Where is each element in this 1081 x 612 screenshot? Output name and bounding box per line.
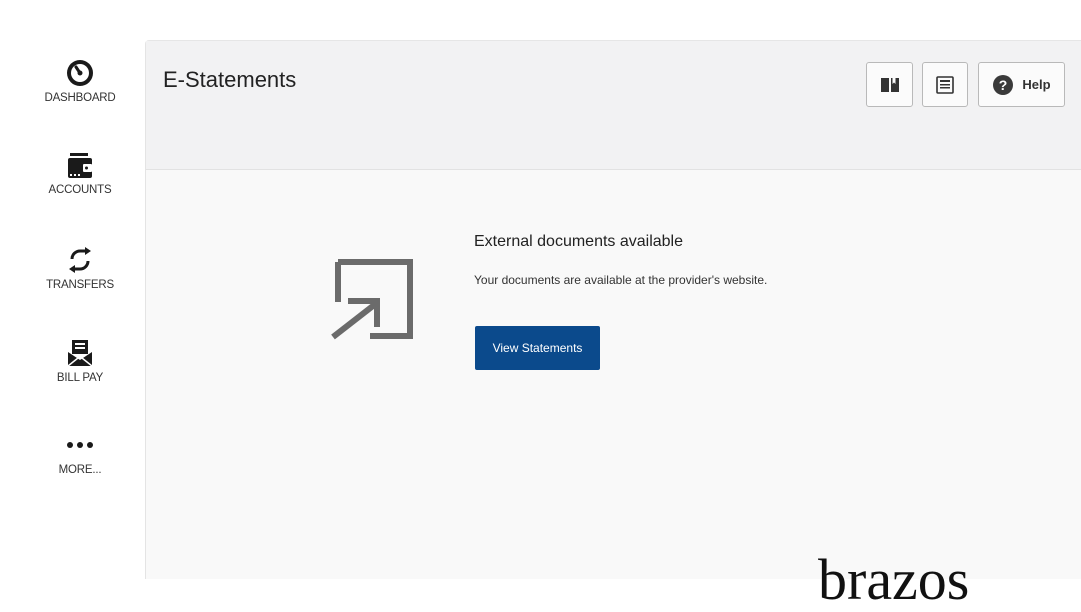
- document-icon: [936, 75, 954, 94]
- gauge-icon: [67, 60, 93, 86]
- external-documents-heading: External documents available: [474, 233, 684, 250]
- sidebar-item-dashboard[interactable]: DASHBOARD: [0, 58, 160, 104]
- help-button[interactable]: ? Help: [978, 62, 1065, 107]
- book-button[interactable]: [866, 62, 913, 107]
- sidebar-item-label: TRANSFERS: [46, 279, 114, 291]
- sidebar-item-transfers[interactable]: TRANSFERS: [0, 245, 160, 291]
- sidebar-nav: DASHBOARD ACCOUNTS TRANSFERS BILL PAY MO…: [0, 0, 145, 579]
- question-circle-icon: ?: [993, 74, 1014, 95]
- view-statements-button[interactable]: View Statements: [475, 326, 600, 370]
- wallet-icon: [68, 153, 92, 178]
- print-statement-button[interactable]: [922, 62, 968, 107]
- transfer-arrows-icon: [69, 247, 91, 273]
- bill-envelope-icon: [67, 340, 93, 367]
- sidebar-item-label: MORE...: [58, 464, 102, 476]
- svg-text:?: ?: [999, 77, 1008, 93]
- sidebar-item-more[interactable]: MORE...: [0, 430, 160, 476]
- page-title: E-Statements: [163, 67, 297, 92]
- estatements-panel: E-Statements ? Help External documents a…: [145, 40, 1081, 579]
- sidebar-item-label: DASHBOARD: [44, 92, 116, 104]
- help-label: Help: [1022, 77, 1051, 92]
- brand-logo-text: brazos: [818, 547, 970, 612]
- sidebar-item-label: ACCOUNTS: [48, 184, 112, 196]
- book-icon: [880, 77, 899, 92]
- panel-header: E-Statements ? Help: [146, 41, 1081, 170]
- external-link-icon: [331, 259, 413, 340]
- external-documents-description: Your documents are available at the prov…: [474, 273, 768, 287]
- more-dots-icon: [67, 442, 93, 448]
- sidebar-item-label: BILL PAY: [56, 372, 104, 384]
- sidebar-item-accounts[interactable]: ACCOUNTS: [0, 150, 160, 196]
- sidebar-item-bill-pay[interactable]: BILL PAY: [0, 338, 160, 384]
